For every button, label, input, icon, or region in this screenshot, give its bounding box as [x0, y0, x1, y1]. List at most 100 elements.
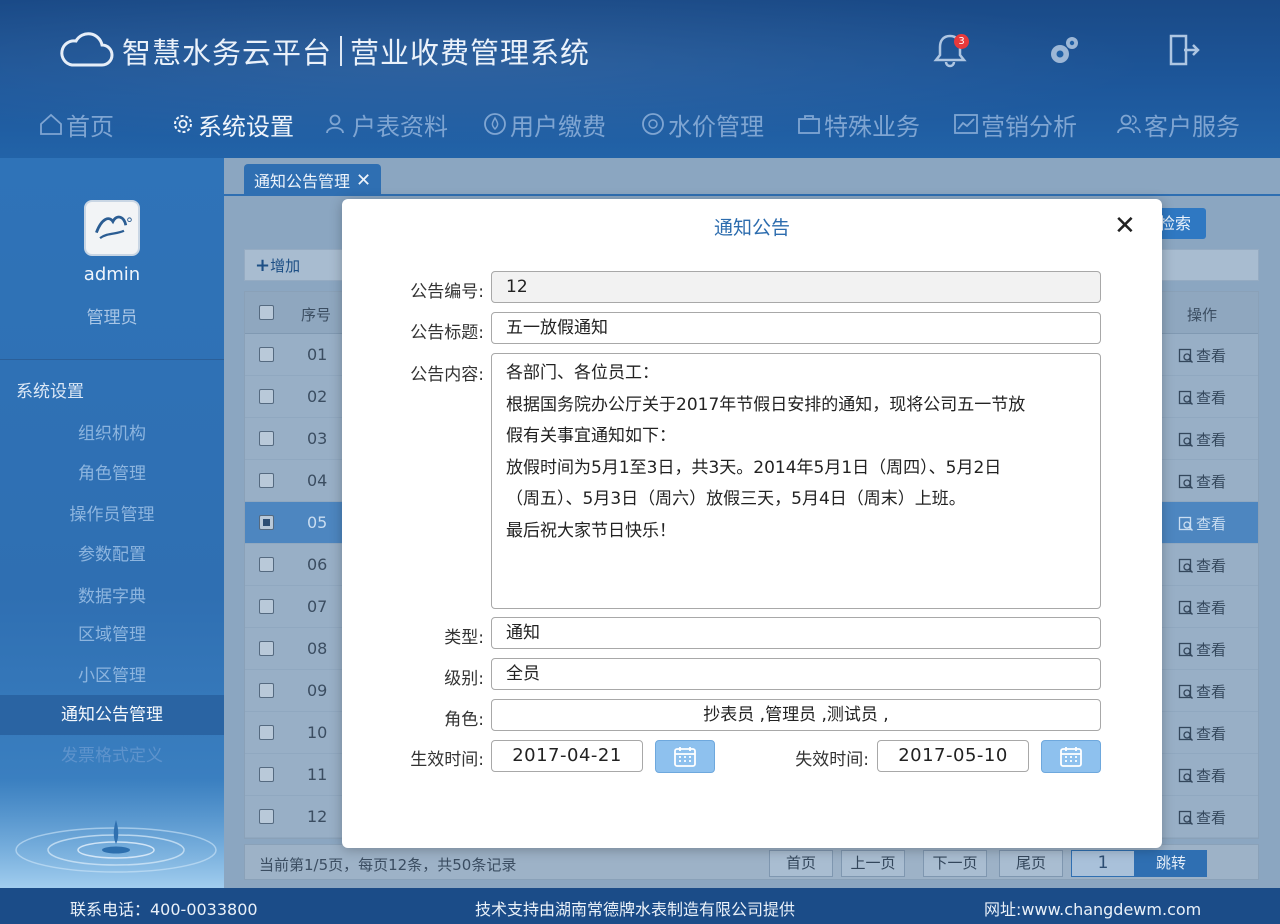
view-button[interactable]: 查看	[1178, 639, 1226, 660]
row-checkbox[interactable]	[259, 599, 274, 614]
plus-icon: +	[255, 255, 271, 276]
pagination: 当前第1/5页，每页12条，共50条记录 首页 上一页 下一页 尾页 1 跳转	[244, 844, 1259, 880]
dialog-title: 通知公告	[713, 217, 790, 239]
sidebar-item-roles[interactable]: 角色管理	[0, 454, 224, 494]
view-button[interactable]: 查看	[1178, 387, 1226, 408]
nav-label: 特殊业务	[824, 112, 920, 141]
sidebar-item-organization[interactable]: 组织机构	[0, 414, 224, 454]
nav-settings[interactable]: 系统设置	[170, 100, 294, 148]
row-checkbox[interactable]	[259, 431, 274, 446]
row-checkbox[interactable]	[259, 809, 274, 824]
view-label: 查看	[1196, 683, 1227, 701]
row-checkbox[interactable]	[259, 347, 274, 362]
sidebar-item-invoice-format[interactable]: 发票格式定义	[0, 736, 224, 776]
select-all-checkbox[interactable]	[259, 305, 274, 320]
level-select[interactable]: 全员	[491, 658, 1101, 690]
sidebar-item-dictionary[interactable]: 数据字典	[0, 577, 224, 617]
last-page-button[interactable]: 尾页	[999, 850, 1063, 877]
row-checkbox[interactable]	[259, 725, 274, 740]
nav-label: 系统设置	[198, 112, 294, 141]
view-label: 查看	[1196, 641, 1227, 659]
end-date-input[interactable]: 2017-05-10	[877, 740, 1029, 772]
type-select[interactable]: 通知	[491, 617, 1101, 649]
start-date-input[interactable]: 2017-04-21	[491, 740, 643, 772]
water-ripple-graphic	[0, 778, 224, 888]
home-icon	[40, 113, 62, 135]
row-seq: 06	[307, 555, 328, 574]
nav-label: 用户缴费	[510, 112, 606, 141]
add-button[interactable]: +增加	[255, 255, 300, 276]
start-date-picker-button[interactable]	[655, 740, 715, 773]
first-page-button[interactable]: 首页	[769, 850, 833, 877]
coin-icon	[642, 113, 664, 135]
brand-logo: 智慧水务云平台 营业收费管理系统	[58, 30, 590, 72]
company-logo-icon	[95, 215, 132, 240]
notification-badge: 3	[954, 34, 969, 49]
view-button[interactable]: 查看	[1178, 807, 1226, 828]
tab-close-icon[interactable]: ✕	[356, 170, 371, 191]
row-checkbox[interactable]	[259, 515, 274, 530]
sidebar-item-areas[interactable]: 区域管理	[0, 615, 224, 655]
notice-id-input[interactable]: 12	[491, 271, 1101, 303]
view-icon	[1178, 390, 1194, 405]
row-checkbox[interactable]	[259, 767, 274, 782]
view-button[interactable]: 查看	[1178, 765, 1226, 786]
row-checkbox[interactable]	[259, 641, 274, 656]
nav-payment[interactable]: 用户缴费	[482, 100, 606, 148]
view-button[interactable]: 查看	[1178, 555, 1226, 576]
user-role: 管理员	[86, 308, 138, 328]
row-checkbox[interactable]	[259, 473, 274, 488]
avatar	[84, 200, 140, 256]
end-date-picker-button[interactable]	[1041, 740, 1101, 773]
view-button[interactable]: 查看	[1178, 471, 1226, 492]
cloud-icon	[60, 32, 114, 67]
view-button[interactable]: 查看	[1178, 513, 1226, 534]
nav-meter-data[interactable]: 户表资料	[324, 100, 448, 148]
footer-phone: 联系电话：400-0033800	[70, 900, 258, 919]
sidebar-item-operators[interactable]: 操作员管理	[0, 495, 224, 535]
brand-title: 智慧水务云平台	[122, 36, 333, 70]
sidebar-item-params[interactable]: 参数配置	[0, 535, 224, 575]
brand-separator	[340, 36, 343, 66]
sidebar-section-title: 系统设置	[16, 382, 84, 402]
nav-price[interactable]: 水价管理	[640, 100, 764, 148]
row-seq: 05	[307, 513, 328, 532]
next-page-button[interactable]: 下一页	[923, 850, 987, 877]
prev-page-button[interactable]: 上一页	[841, 850, 905, 877]
view-icon	[1178, 432, 1194, 447]
roles-select[interactable]: 抄表员 ,管理员 ,测试员 ,	[491, 699, 1101, 731]
nav-analysis[interactable]: 营销分析	[953, 100, 1077, 148]
view-button[interactable]: 查看	[1178, 597, 1226, 618]
dialog-close-icon[interactable]: ✕	[1114, 211, 1136, 241]
nav-service[interactable]: 客户服务	[1116, 100, 1240, 148]
page-number-input[interactable]: 1	[1071, 850, 1135, 877]
row-seq: 03	[307, 429, 328, 448]
notice-content-textarea[interactable]: 各部门、各位员工： 根据国务院办公厅关于2017年节假日安排的通知，现将公司五一…	[491, 353, 1101, 609]
view-button[interactable]: 查看	[1178, 429, 1226, 450]
notice-dialog: 通知公告 ✕ 公告编号: 12 公告标题: 五一放假通知 公告内容: 各部门、各…	[342, 199, 1162, 848]
nav-special[interactable]: 特殊业务	[796, 100, 920, 148]
notice-title-label: 公告标题:	[410, 323, 484, 343]
row-checkbox[interactable]	[259, 389, 274, 404]
row-seq: 12	[307, 807, 328, 826]
view-icon	[1178, 558, 1194, 573]
notification-button[interactable]: 3	[930, 30, 970, 70]
view-button[interactable]: 查看	[1178, 345, 1226, 366]
logout-button[interactable]	[1164, 30, 1204, 70]
view-button[interactable]: 查看	[1178, 681, 1226, 702]
row-checkbox[interactable]	[259, 557, 274, 572]
sidebar-item-communities[interactable]: 小区管理	[0, 656, 224, 696]
view-icon	[1178, 474, 1194, 489]
calendar-icon	[674, 746, 696, 767]
row-checkbox[interactable]	[259, 683, 274, 698]
sidebar-item-notices[interactable]: 通知公告管理	[0, 695, 224, 735]
main-nav: 首页 系统设置 户表资料 用户缴费 水价管理 特殊业务 营销分析 客户服务	[0, 100, 1280, 148]
view-label: 查看	[1196, 809, 1227, 827]
settings-button[interactable]	[1044, 30, 1084, 70]
view-label: 查看	[1196, 347, 1227, 365]
tab-notice-management[interactable]: 通知公告管理 ✕	[244, 164, 382, 196]
notice-title-input[interactable]: 五一放假通知	[491, 312, 1101, 344]
nav-home[interactable]: 首页	[38, 100, 114, 148]
view-button[interactable]: 查看	[1178, 723, 1226, 744]
go-page-button[interactable]: 跳转	[1135, 850, 1207, 877]
